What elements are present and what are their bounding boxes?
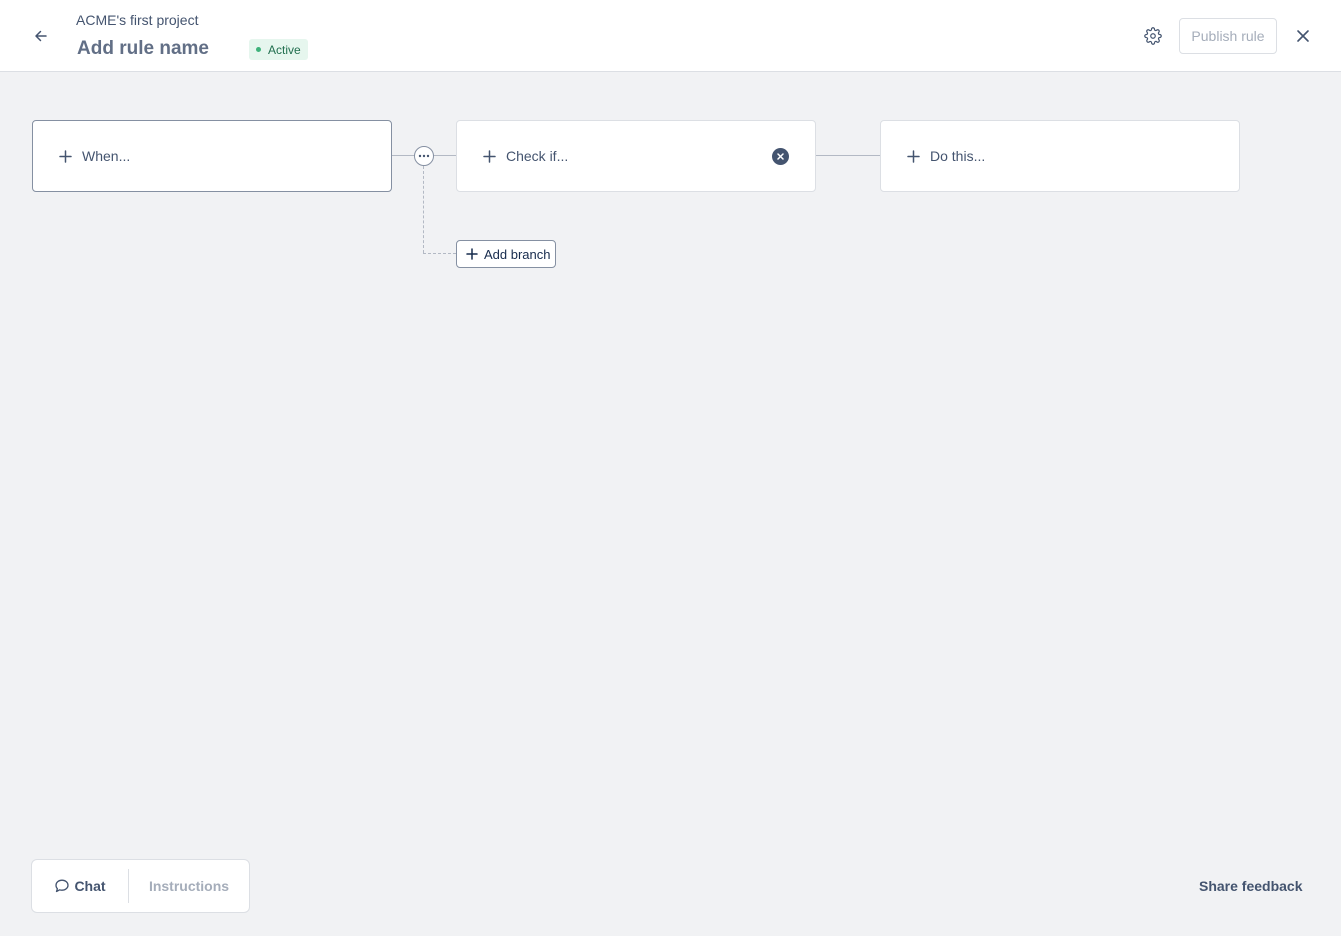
branch-connector: [423, 253, 456, 254]
arrow-left-icon: [35, 30, 47, 42]
rule-name-title[interactable]: Add rule name: [77, 38, 209, 60]
plus-icon: [905, 148, 921, 164]
status-dot-icon: [256, 47, 261, 52]
plus-icon: [466, 248, 478, 260]
action-node-label: Do this...: [930, 148, 986, 164]
assistant-panel-tabs: Chat Instructions: [31, 859, 250, 913]
back-button[interactable]: [29, 24, 53, 48]
plus-icon: [57, 148, 73, 164]
status-badge: Active: [249, 39, 308, 60]
remove-condition-button[interactable]: [772, 148, 789, 165]
status-label: Active: [268, 42, 301, 57]
chat-bubble-icon: [55, 879, 70, 893]
trigger-node[interactable]: When...: [32, 120, 392, 192]
add-branch-button[interactable]: Add branch: [456, 240, 556, 268]
clear-icon: [777, 153, 784, 160]
close-button[interactable]: [1291, 24, 1315, 48]
top-bar: ACME's first project Add rule name Activ…: [0, 0, 1341, 72]
trigger-node-label: When...: [82, 148, 131, 164]
tab-instructions[interactable]: Instructions: [129, 860, 249, 912]
add-branch-label: Add branch: [484, 246, 551, 262]
tab-chat[interactable]: Chat: [32, 860, 128, 912]
connector-line: [816, 155, 880, 156]
gear-icon: [1144, 27, 1162, 45]
more-icon: [418, 154, 430, 158]
condition-node-label: Check if...: [506, 148, 569, 164]
settings-button[interactable]: [1141, 24, 1165, 48]
plus-icon: [481, 148, 497, 164]
more-options-button[interactable]: [414, 146, 434, 166]
tab-chat-label: Chat: [74, 878, 106, 894]
share-feedback-link[interactable]: Share feedback: [1199, 878, 1303, 894]
project-name: ACME's first project: [76, 12, 199, 28]
publish-rule-button[interactable]: Publish rule: [1179, 18, 1277, 54]
condition-node[interactable]: Check if...: [456, 120, 816, 192]
branch-connector: [423, 166, 424, 253]
close-icon: [1297, 30, 1309, 42]
action-node[interactable]: Do this...: [880, 120, 1240, 192]
